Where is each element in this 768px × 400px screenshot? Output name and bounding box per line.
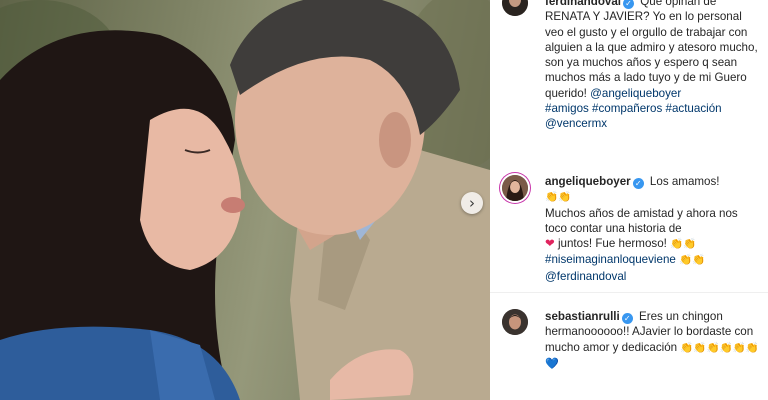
divider [490,292,768,293]
caption-body: Que opinan de RENATA Y JAVIER? Yo en lo … [545,0,758,100]
avatar[interactable] [502,309,528,335]
caption-text: ferdinandoval ✓ Que opinan de RENATA Y JA… [545,0,760,132]
comment-line: Muchos años de amistad y ahora nos toco … [545,206,738,235]
comment-text: sebastianrulli ✓ Eres un chingon hermanoo… [545,309,760,371]
comment-mention[interactable]: @ferdinandoval [545,270,626,283]
blue-heart-icon: 💙 [545,356,559,370]
comment-username[interactable]: sebastianrulli [545,310,620,323]
clap-emoji-icon: 👏👏 [545,191,572,204]
clap-emoji-icon: 👏👏👏👏👏👏 [680,341,759,354]
avatar-image [502,175,528,201]
carousel-next-button[interactable]: › [461,192,483,214]
comment-item: angeliqueboyer ✓ Los amamos! 👏👏 Muchos añ… [490,165,768,285]
verified-badge-icon: ✓ [621,313,633,324]
avatar[interactable] [502,0,528,16]
couple-kiss-image [0,0,490,400]
comment-text: angeliqueboyer ✓ Los amamos! 👏👏 Muchos añ… [545,174,760,284]
caption-hashtags[interactable]: #amigos #compañeros #actuación [545,102,722,115]
caption-mention-vencermx[interactable]: @vencermx [545,117,607,130]
comment-line: Los amamos! [649,175,720,188]
comments-panel: ferdinandoval ✓ Que opinan de RENATA Y JA… [490,0,768,400]
clap-emoji-icon: 👏👏 [670,238,697,251]
comment-item: sebastianrulli ✓ Eres un chingon hermanoo… [490,300,768,400]
avatar-image [502,0,528,16]
post-photo: › [0,0,490,400]
avatar[interactable] [502,175,528,201]
caption-username[interactable]: ferdinandoval [545,0,621,8]
avatar-image [502,309,528,335]
chevron-right-icon: › [469,193,475,212]
comment-line: juntos! Fue hermoso! [557,237,667,251]
comment-username[interactable]: angeliqueboyer [545,175,631,188]
heart-icon: ❤ [545,237,555,251]
comment-hashtag[interactable]: #niseimaginanloqueviene [545,253,676,266]
verified-badge-icon: ✓ [632,178,644,189]
caption-mention[interactable]: @angeliqueboyer [590,87,681,100]
clap-emoji-icon: 👏👏 [679,254,706,267]
verified-badge-icon: ✓ [623,0,635,9]
post-caption: ferdinandoval ✓ Que opinan de RENATA Y JA… [490,0,768,150]
